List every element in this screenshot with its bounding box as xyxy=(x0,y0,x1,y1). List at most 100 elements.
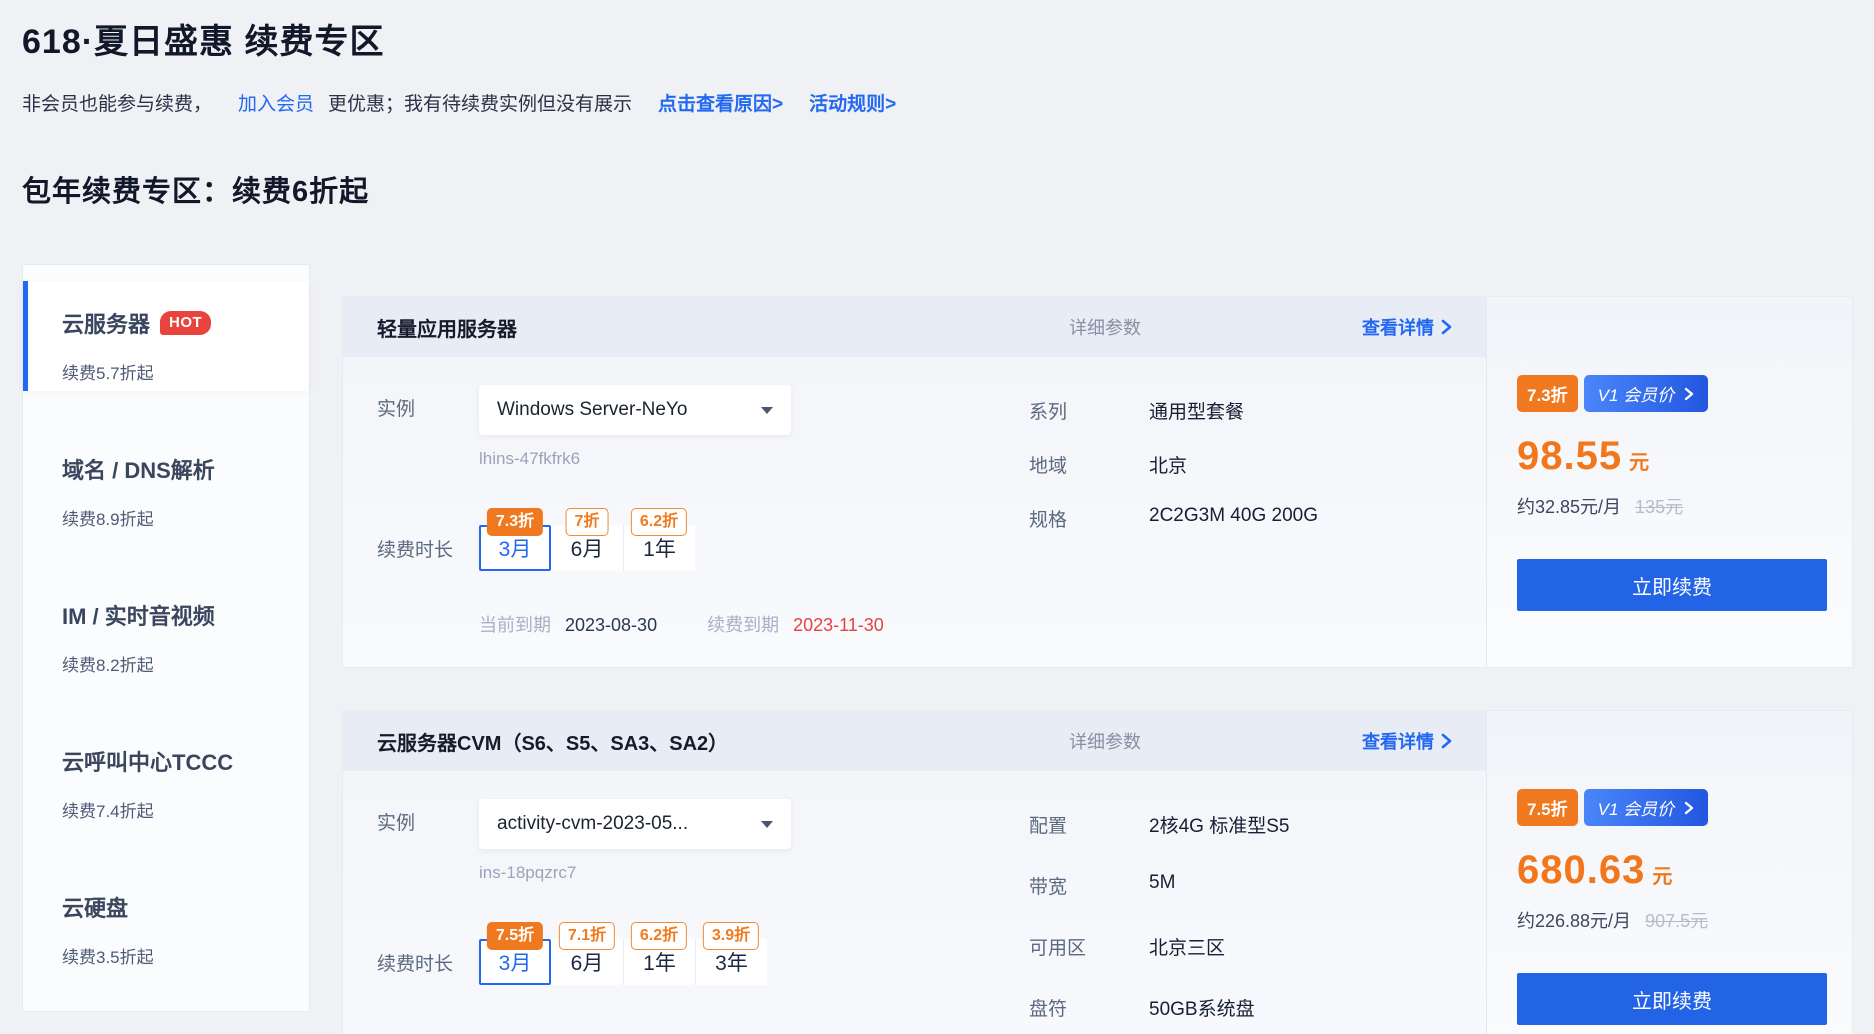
chevron-right-icon xyxy=(1441,733,1452,749)
renew-now-button[interactable]: 立即续费 xyxy=(1517,973,1827,1025)
chevron-right-icon xyxy=(1684,387,1694,401)
sidebar-item-discount: 续费8.9折起 xyxy=(62,505,295,530)
view-detail-link[interactable]: 查看详情 xyxy=(1362,728,1452,754)
discount-badge: 3.9折 xyxy=(703,922,759,950)
instance-field: activity-cvm-2023-05... ins-18pqzrc7 xyxy=(479,799,791,883)
price-panel: 7.5折 V1 会员价 680.63 元 约226.88元/月 907.5元 xyxy=(1486,711,1852,1034)
activity-rules-link[interactable]: 活动规则> xyxy=(809,89,896,116)
view-detail-link[interactable]: 查看详情 xyxy=(1362,314,1452,340)
card-body: 实例 activity-cvm-2023-05... ins-18pqzrc7 xyxy=(343,771,1486,1034)
member-price-label: V1 会员价 xyxy=(1598,795,1675,820)
spec-row: 规格 2C2G3M 40G 200G xyxy=(1029,505,1486,532)
price-badges-row: 7.3折 V1 会员价 xyxy=(1517,375,1824,412)
instance-select[interactable]: Windows Server-NeYo xyxy=(479,385,791,435)
current-expiry-label: 当前到期 xyxy=(479,611,551,637)
original-price: 135元 xyxy=(1635,493,1683,519)
duration-tab-3m[interactable]: 7.5折 3月 xyxy=(479,939,551,985)
renew-expiry-label: 续费到期 xyxy=(707,611,779,637)
price-panel: 7.3折 V1 会员价 98.55 元 约32.85元/月 135元 xyxy=(1486,297,1852,667)
product-cards: 轻量应用服务器 详细参数 查看详情 实例 xyxy=(342,296,1853,1034)
spec-value: 50GB系统盘 xyxy=(1149,994,1255,1021)
sidebar-item-title-row: 云硬盘 xyxy=(62,891,295,923)
price-amount: 680.63 xyxy=(1517,848,1645,893)
discount-badge: 7折 xyxy=(566,508,609,536)
sidebar-item-domain-dns[interactable]: 域名 / DNS解析 续费8.9折起 xyxy=(23,427,309,537)
sidebar-item-cloud-server[interactable]: 云服务器 HOT 续费5.7折起 xyxy=(23,281,309,391)
duration-tab-6m[interactable]: 7折 6月 xyxy=(551,525,623,571)
discount-badge: 7.3折 xyxy=(1517,375,1578,412)
duration-tabs: 7.3折 3月 7折 6月 6.2折 1年 xyxy=(479,525,695,571)
discount-badge: 7.5折 xyxy=(487,922,543,950)
instance-select[interactable]: activity-cvm-2023-05... xyxy=(479,799,791,849)
member-price-pill[interactable]: V1 会员价 xyxy=(1584,789,1709,826)
sidebar-item-discount: 续费5.7折起 xyxy=(62,359,295,384)
sidebar-item-title-row: 云呼叫中心TCCC xyxy=(62,745,295,777)
spec-value: 2C2G3M 40G 200G xyxy=(1149,505,1318,532)
chevron-right-icon xyxy=(1684,801,1694,815)
sidebar-item-im-trtc[interactable]: IM / 实时音视频 续费8.2折起 xyxy=(23,573,309,683)
spec-row: 可用区 北京三区 xyxy=(1029,933,1486,960)
spec-row: 带宽 5M xyxy=(1029,872,1486,899)
spec-value: 5M xyxy=(1149,872,1175,899)
view-reason-link[interactable]: 点击查看原因> xyxy=(658,89,783,116)
page-title: 618·夏日盛惠 续费专区 xyxy=(22,14,1853,63)
sidebar-item-discount: 续费7.4折起 xyxy=(62,797,295,822)
sidebar-item-label: IM / 实时音视频 xyxy=(62,599,215,631)
card-main: 轻量应用服务器 详细参数 查看详情 实例 xyxy=(343,297,1486,667)
spec-label: 规格 xyxy=(1029,505,1149,532)
duration-label: 续费时长 xyxy=(377,949,479,976)
sidebar-item-cbs-disk[interactable]: 云硬盘 续费3.5折起 xyxy=(23,865,309,975)
instance-field: Windows Server-NeYo lhins-47fkfrk6 xyxy=(479,385,791,469)
spec-label: 地域 xyxy=(1029,451,1149,478)
subtitle-prefix: 非会员也能参与续费， xyxy=(22,89,212,116)
spec-label: 系列 xyxy=(1029,397,1149,424)
price-badges-row: 7.5折 V1 会员价 xyxy=(1517,789,1824,826)
duration-tab-3y[interactable]: 3.9折 3年 xyxy=(695,939,767,985)
discount-badge: 7.3折 xyxy=(487,508,543,536)
section-title: 包年续费专区：续费6折起 xyxy=(22,168,1853,210)
renew-expiry-date: 2023-11-30 xyxy=(793,615,884,636)
discount-badge: 6.2折 xyxy=(631,508,687,536)
price-subline: 约226.88元/月 907.5元 xyxy=(1517,907,1824,933)
duration-tab-1y[interactable]: 6.2折 1年 xyxy=(623,939,695,985)
price-subline: 约32.85元/月 135元 xyxy=(1517,493,1824,519)
duration-tab-3m[interactable]: 7.3折 3月 xyxy=(479,525,551,571)
member-price-pill[interactable]: V1 会员价 xyxy=(1584,375,1709,412)
monthly-price: 约226.88元/月 xyxy=(1517,907,1631,933)
instance-select-value: activity-cvm-2023-05... xyxy=(497,813,688,835)
price-amount: 98.55 xyxy=(1517,434,1622,479)
duration-row: 续费时长 7.5折 3月 7.1折 6月 xyxy=(377,939,977,985)
discount-badge: 6.2折 xyxy=(631,922,687,950)
price-unit: 元 xyxy=(1629,446,1649,475)
instance-select-value: Windows Server-NeYo xyxy=(497,399,687,421)
card-header: 轻量应用服务器 详细参数 查看详情 xyxy=(343,297,1486,357)
duration-row: 续费时长 7.3折 3月 7折 6月 xyxy=(377,525,977,571)
duration-tab-1y[interactable]: 6.2折 1年 xyxy=(623,525,695,571)
chevron-right-icon xyxy=(1441,319,1452,335)
duration-label: 续费时长 xyxy=(377,535,479,562)
sidebar-item-title-row: 云服务器 HOT xyxy=(62,307,295,339)
card-form-column: 实例 activity-cvm-2023-05... ins-18pqzrc7 xyxy=(377,799,977,1034)
instance-label: 实例 xyxy=(377,799,479,849)
current-expiry-date: 2023-08-30 xyxy=(565,615,657,636)
original-price: 907.5元 xyxy=(1645,907,1708,933)
spec-label: 盘符 xyxy=(1029,994,1149,1021)
sidebar-item-label: 域名 / DNS解析 xyxy=(62,453,215,485)
spec-row: 地域 北京 xyxy=(1029,451,1486,478)
card-title: 云服务器CVM（S6、S5、SA3、SA2） xyxy=(377,727,728,756)
spec-label: 带宽 xyxy=(1029,872,1149,899)
view-detail-label: 查看详情 xyxy=(1362,728,1434,754)
card-main: 云服务器CVM（S6、S5、SA3、SA2） 详细参数 查看详情 实例 xyxy=(343,711,1486,1034)
spec-value: 通用型套餐 xyxy=(1149,397,1244,424)
instance-id: lhins-47fkfrk6 xyxy=(479,449,791,469)
content-area: 云服务器 HOT 续费5.7折起 域名 / DNS解析 续费8.9折起 IM /… xyxy=(22,264,1853,1034)
sidebar-item-tccc[interactable]: 云呼叫中心TCCC 续费7.4折起 xyxy=(23,719,309,829)
renew-now-button[interactable]: 立即续费 xyxy=(1517,559,1827,611)
spec-row: 配置 2核4G 标准型S5 xyxy=(1029,811,1486,838)
join-member-link[interactable]: 加入会员 xyxy=(238,89,314,116)
instance-row: 实例 activity-cvm-2023-05... ins-18pqzrc7 xyxy=(377,799,977,883)
sidebar-item-label: 云服务器 xyxy=(62,307,150,339)
duration-tab-6m[interactable]: 7.1折 6月 xyxy=(551,939,623,985)
renewal-promo-page: 618·夏日盛惠 续费专区 非会员也能参与续费， 加入会员 更优惠；我有待续费实… xyxy=(0,0,1874,1034)
sidebar-item-discount: 续费8.2折起 xyxy=(62,651,295,676)
